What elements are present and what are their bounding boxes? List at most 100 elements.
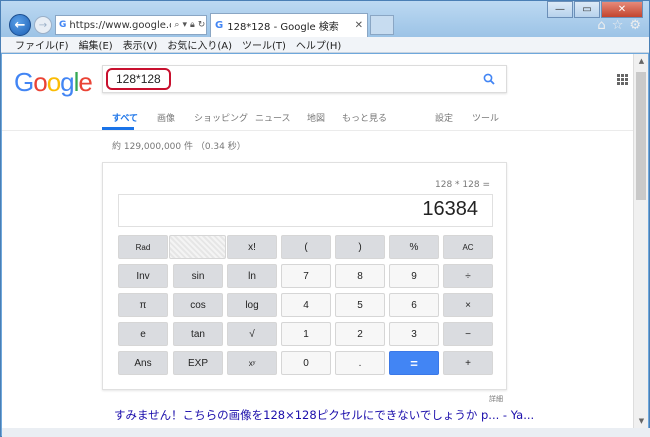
calculator-display: 16384: [118, 194, 493, 227]
key-3[interactable]: 3: [389, 322, 439, 346]
search-tabs: すべて 画像 ショッピング ニュース 地図 もっと見る 設定 ツール: [102, 109, 502, 131]
maximize-button[interactable]: ▭: [574, 1, 600, 18]
back-button[interactable]: ←: [9, 14, 31, 36]
tab-all[interactable]: すべて: [112, 111, 138, 124]
logo-letter: G: [14, 67, 34, 97]
search-icon[interactable]: [483, 73, 495, 85]
menu-bar: ファイル(F) 編集(E) 表示(V) お気に入り(A) ツール(T) ヘルプ(…: [1, 37, 649, 53]
window-controls: — ▭ ✕: [546, 1, 643, 18]
key-lparen[interactable]: (: [281, 235, 331, 259]
key-rad[interactable]: Rad: [118, 235, 168, 259]
key-ln[interactable]: ln: [227, 264, 277, 288]
vertical-scrollbar[interactable]: ▲ ▼: [633, 54, 648, 428]
key-subtract[interactable]: −: [443, 322, 493, 346]
tab-images[interactable]: 画像: [157, 111, 175, 124]
refresh-icon[interactable]: ↻: [198, 20, 206, 30]
key-6[interactable]: 6: [389, 293, 439, 317]
logo-letter: g: [60, 67, 75, 97]
apps-grid-icon[interactable]: [617, 74, 628, 85]
key-e[interactable]: e: [118, 322, 168, 346]
gear-icon[interactable]: ⚙: [629, 18, 641, 33]
logo-letter: e: [78, 67, 93, 97]
arrow-right-icon: →: [38, 19, 48, 31]
key-pi[interactable]: π: [118, 293, 168, 317]
browser-tab[interactable]: G 128*128 - Google 検索 ✕: [210, 13, 368, 37]
calculator-result: 16384: [422, 198, 478, 220]
calculator-expression: 128 * 128 =: [435, 180, 490, 190]
tab-settings[interactable]: 設定: [435, 111, 453, 124]
menu-edit[interactable]: 編集(E): [79, 37, 113, 52]
key-0[interactable]: 0: [281, 351, 331, 375]
calculator-card: 128 * 128 = 16384 Rad x! ( ) % AC Inv si…: [102, 162, 507, 390]
tab-maps[interactable]: 地図: [307, 111, 325, 124]
forward-button[interactable]: →: [34, 16, 52, 34]
key-cos[interactable]: cos: [173, 293, 223, 317]
scroll-down-icon[interactable]: ▼: [634, 414, 649, 428]
key-log[interactable]: log: [227, 293, 277, 317]
tab-tools[interactable]: ツール: [472, 111, 499, 124]
new-tab-button[interactable]: [370, 15, 394, 35]
search-box[interactable]: 128*128: [102, 65, 507, 93]
key-rparen[interactable]: ): [335, 235, 385, 259]
browser-window: — ▭ ✕ ← → G https://www.google.co.jp/ ⌕ …: [0, 0, 650, 437]
star-icon[interactable]: ☆: [612, 18, 624, 33]
key-8[interactable]: 8: [335, 264, 385, 288]
key-4[interactable]: 4: [281, 293, 331, 317]
web-page: Google 128*128 すべて 画像 ショッピング ニュース 地図 もっと…: [2, 54, 634, 428]
key-percent[interactable]: %: [389, 235, 439, 259]
close-button[interactable]: ✕: [601, 1, 643, 18]
tab-shopping[interactable]: ショッピング: [194, 111, 248, 124]
search-result-link[interactable]: すみません！こちらの画像を128×128ピクセルにできないでしょうか p... …: [114, 407, 534, 423]
key-tan[interactable]: tan: [173, 322, 223, 346]
menu-favorites[interactable]: お気に入り(A): [167, 37, 232, 52]
status-bar: [2, 428, 650, 437]
key-sin[interactable]: sin: [173, 264, 223, 288]
key-sqrt[interactable]: √: [227, 322, 277, 346]
key-exp[interactable]: EXP: [173, 351, 223, 375]
lock-icon[interactable]: 🔒︎: [190, 20, 195, 30]
dropdown-icon[interactable]: ▾: [182, 20, 187, 30]
home-icon[interactable]: ⌂: [597, 18, 605, 33]
key-ac[interactable]: AC: [443, 235, 493, 259]
key-7[interactable]: 7: [281, 264, 331, 288]
close-tab-icon[interactable]: ✕: [355, 20, 363, 31]
result-stats: 約 129,000,000 件 （0.34 秒）: [112, 142, 246, 152]
key-deg[interactable]: [169, 235, 226, 259]
key-equals[interactable]: =: [389, 351, 439, 375]
menu-file[interactable]: ファイル(F): [15, 37, 69, 52]
address-bar[interactable]: G https://www.google.co.jp/ ⌕ ▾ 🔒︎ ↻: [55, 15, 207, 35]
key-decimal[interactable]: .: [335, 351, 385, 375]
key-factorial[interactable]: x!: [227, 235, 277, 259]
scroll-thumb[interactable]: [636, 72, 646, 200]
key-inv[interactable]: Inv: [118, 264, 168, 288]
key-9[interactable]: 9: [389, 264, 439, 288]
search-icon[interactable]: ⌕: [174, 20, 179, 30]
key-multiply[interactable]: ×: [443, 293, 493, 317]
logo-letter: o: [33, 67, 48, 97]
logo-letter: o: [46, 67, 62, 97]
search-input[interactable]: 128*128: [106, 68, 171, 90]
arrow-left-icon: ←: [14, 17, 26, 33]
menu-view[interactable]: 表示(V): [123, 37, 158, 52]
key-2[interactable]: 2: [335, 322, 385, 346]
key-5[interactable]: 5: [335, 293, 385, 317]
key-power[interactable]: xʸ: [227, 351, 277, 375]
minimize-button[interactable]: —: [547, 1, 573, 18]
menu-help[interactable]: ヘルプ(H): [296, 37, 341, 52]
key-add[interactable]: +: [443, 351, 493, 375]
key-ans[interactable]: Ans: [118, 351, 168, 375]
google-logo[interactable]: Google: [14, 67, 93, 98]
scroll-up-icon[interactable]: ▲: [634, 54, 649, 68]
key-1[interactable]: 1: [281, 322, 331, 346]
address-url[interactable]: https://www.google.co.jp/: [69, 20, 171, 31]
title-bar: — ▭ ✕ ← → G https://www.google.co.jp/ ⌕ …: [1, 1, 649, 37]
tab-title: 128*128 - Google 検索: [227, 22, 339, 33]
google-favicon-icon: G: [59, 20, 67, 30]
tab-news[interactable]: ニュース: [255, 111, 291, 124]
tab-more[interactable]: もっと見る: [342, 111, 387, 124]
key-divide[interactable]: ÷: [443, 264, 493, 288]
menu-tools[interactable]: ツール(T): [242, 37, 286, 52]
google-favicon-icon: G: [215, 20, 224, 31]
tabs-divider: [2, 130, 634, 131]
more-info-link[interactable]: 詳細: [489, 394, 503, 404]
